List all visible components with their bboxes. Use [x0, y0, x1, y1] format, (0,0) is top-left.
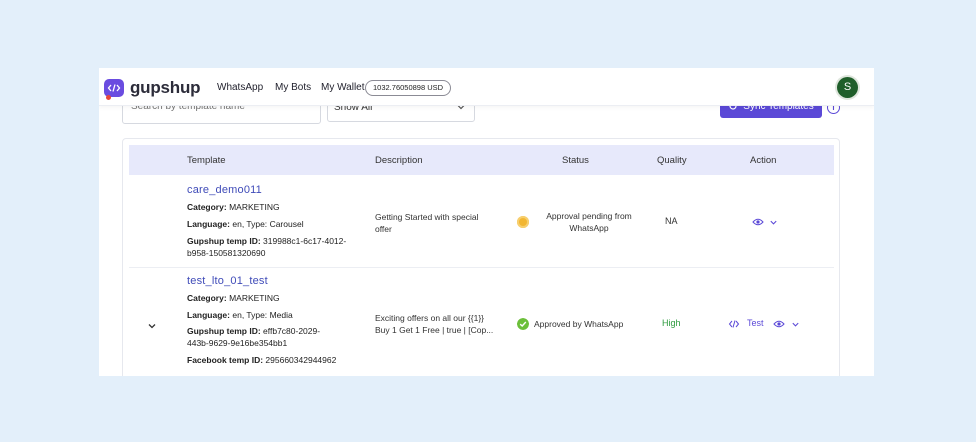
top-navbar: gupshup WhatsApp My Bots My Wallet 1032.… [99, 68, 874, 106]
description-line1: Exciting offers on all our {{1}} [375, 313, 485, 323]
template-status: Approved by WhatsApp [534, 318, 644, 330]
app-window: Show All Sync Templates i gupshup WhatsA… [99, 68, 874, 376]
template-description: Exciting offers on all our {{1}} Buy 1 G… [375, 312, 500, 336]
facebook-id-value: 295660342944962 [265, 355, 337, 365]
language-label: Language: [187, 310, 230, 320]
quality-value: NA [665, 216, 678, 226]
facebook-id-label: Facebook temp ID: [187, 355, 264, 365]
description-line2: offer [375, 224, 392, 234]
template-name-link[interactable]: care_demo011 [187, 184, 262, 196]
gupshup-id-label: Gupshup temp ID: [187, 236, 261, 246]
template-description: Getting Started with special offer [375, 211, 495, 235]
expand-row-chevron-icon[interactable] [147, 321, 157, 331]
chevron-down-icon[interactable] [769, 218, 778, 227]
category-label: Category: [187, 293, 227, 303]
status-pending-icon [517, 216, 529, 228]
code-icon[interactable] [728, 319, 740, 329]
header-status: Status [562, 155, 589, 166]
category-value: MARKETING [229, 202, 280, 212]
category-value: MARKETING [229, 293, 280, 303]
template-language: Language: en, Type: Carousel [187, 218, 367, 230]
nav-my-bots[interactable]: My Bots [275, 82, 311, 93]
brand-logo[interactable]: gupshup [104, 78, 201, 100]
templates-table: Template Description Status Quality Acti… [122, 138, 840, 376]
gupshup-id-label: Gupshup temp ID: [187, 326, 261, 336]
test-action-link[interactable]: Test [747, 318, 764, 328]
gupshup-id-part1: 319988c1-6c17-4012- [263, 236, 347, 246]
template-category: Category: MARKETING [187, 292, 367, 304]
status-approved-icon [517, 318, 529, 330]
template-status: Approval pending from WhatsApp [534, 210, 644, 234]
type-value: Carousel [269, 219, 304, 229]
chevron-down-icon[interactable] [791, 320, 800, 329]
status-line1: Approved by WhatsApp [534, 319, 624, 329]
template-gupshup-id: Gupshup temp ID: 319988c1-6c17-4012- b95… [187, 235, 367, 259]
eye-icon[interactable] [752, 217, 764, 227]
avatar[interactable]: S [837, 77, 858, 98]
table-row: care_demo011 Category: MARKETING Languag… [129, 175, 834, 268]
template-language: Language: en, Type: Media [187, 309, 367, 321]
language-label: Language: [187, 219, 230, 229]
template-gupshup-id: Gupshup temp ID: effb7c80-2029- 443b-962… [187, 325, 367, 349]
table-header: Template Description Status Quality Acti… [129, 145, 834, 175]
template-category: Category: MARKETING [187, 201, 367, 213]
gupshup-id-part1: effb7c80-2029- [263, 326, 321, 336]
description-line1: Getting Started with special [375, 212, 479, 222]
template-name-link[interactable]: test_lto_01_test [187, 275, 268, 287]
gupshup-id-part2: 443b-9629-9e16be354bb1 [187, 338, 288, 348]
description-line2: Buy 1 Get 1 Free | true | [Cop... [375, 325, 494, 335]
eye-icon[interactable] [773, 319, 785, 329]
type-value: Media [269, 310, 293, 320]
wallet-balance-badge: 1032.76050898 USD [365, 80, 452, 96]
header-template: Template [187, 155, 226, 166]
table-row: test_lto_01_test Category: MARKETING Lan… [129, 269, 834, 376]
status-line2: WhatsApp [569, 223, 609, 233]
header-quality: Quality [657, 155, 687, 166]
header-action: Action [750, 155, 777, 166]
language-value: en, Type: [232, 219, 268, 229]
brand-name: gupshup [130, 78, 201, 97]
template-facebook-id: Facebook temp ID: 295660342944962 [187, 354, 367, 366]
nav-my-wallet[interactable]: My Wallet [321, 82, 365, 93]
status-line1: Approval pending from [546, 211, 632, 221]
gupshup-logo-icon [104, 79, 124, 100]
quality-value: High [662, 318, 681, 328]
language-value: en, Type: [232, 310, 268, 320]
gupshup-id-part2: b958-150581320690 [187, 248, 266, 258]
header-description: Description [375, 155, 423, 166]
nav-whatsapp[interactable]: WhatsApp [217, 82, 263, 93]
category-label: Category: [187, 202, 227, 212]
